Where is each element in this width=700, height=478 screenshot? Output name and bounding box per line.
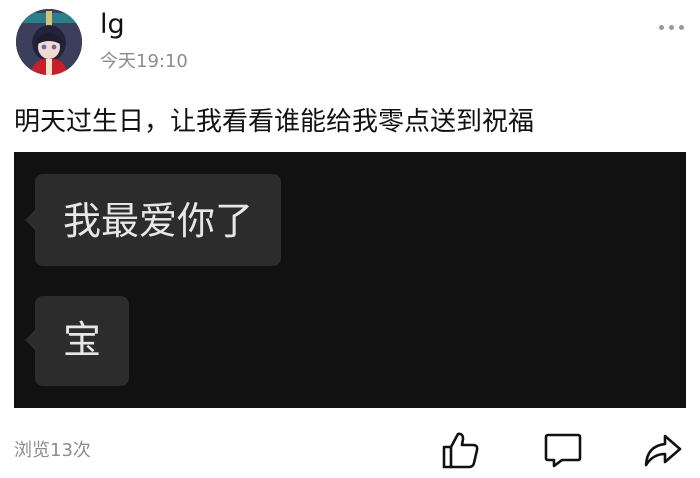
chat-bubble: 我最爱你了 <box>24 174 282 266</box>
author-name[interactable]: lg <box>100 9 125 41</box>
post-timestamp: 今天19:10 <box>100 51 188 72</box>
more-dot <box>679 25 684 30</box>
post-image[interactable]: 我最爱你了 宝 <box>14 152 686 408</box>
comment-button[interactable] <box>540 428 584 472</box>
author-avatar[interactable] <box>16 9 82 75</box>
share-button[interactable] <box>640 428 684 472</box>
like-button[interactable] <box>438 428 482 472</box>
share-icon <box>644 434 682 467</box>
more-dot <box>669 25 674 30</box>
view-count: 浏览13次 <box>14 440 91 461</box>
post-text: 明天过生日，让我看看谁能给我零点送到祝福 <box>14 107 535 137</box>
avatar-image <box>16 9 82 75</box>
thumbs-up-icon <box>442 432 479 469</box>
comment-icon <box>544 433 582 468</box>
chat-bubble: 宝 <box>24 296 130 386</box>
more-options-button[interactable] <box>658 18 686 36</box>
more-dots-icon <box>659 25 664 30</box>
